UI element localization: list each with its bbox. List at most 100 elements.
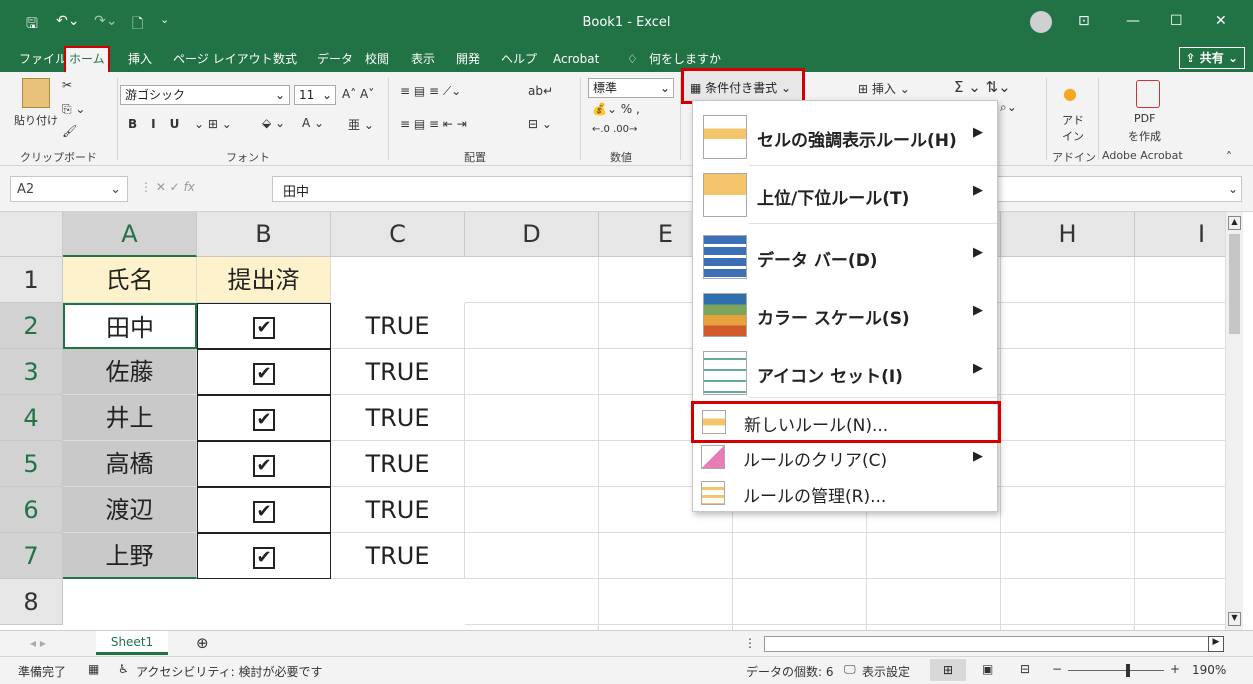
accessibility-icon[interactable]: ♿ [118, 662, 129, 676]
row-header-4[interactable]: 4 [0, 395, 63, 441]
menu-item-data-bars[interactable]: データ バー(D) ▶ [693, 229, 997, 285]
accessibility-status[interactable]: アクセシビリティ: 検討が必要です [136, 663, 323, 680]
font-color-icon[interactable]: A ⌄ [302, 116, 324, 130]
addin-button-line2[interactable]: イン [1062, 128, 1084, 144]
scroll-down-icon[interactable]: ▼ [1228, 612, 1241, 626]
autosum-icon[interactable]: Σ ⌄ ⇅⌄ [954, 78, 1011, 96]
bold-italic-underline-buttons[interactable]: BIU [128, 117, 193, 131]
checkbox[interactable]: ✔ [253, 455, 275, 477]
align-top-icon[interactable]: ≡ ▤ ≡ ⟋⌄ [400, 84, 461, 99]
cell-c3[interactable]: TRUE [331, 349, 465, 395]
sheet-nav-icon[interactable]: ◂ ▸ [30, 636, 46, 650]
tab-data[interactable]: データ [314, 49, 356, 69]
row-header-7[interactable]: 7 [0, 533, 63, 579]
cell-a3[interactable]: 佐藤 [63, 349, 197, 395]
account-avatar[interactable] [1030, 11, 1052, 33]
share-button[interactable]: ⇪ 共有 ⌄ [1178, 47, 1245, 69]
display-settings-icon[interactable]: 🖵 [844, 662, 856, 677]
tab-formulas[interactable]: 数式 [270, 49, 300, 69]
row-header-3[interactable]: 3 [0, 349, 63, 395]
page-break-view-icon[interactable]: ⊟ [1020, 662, 1030, 676]
tab-view[interactable]: 表示 [408, 49, 438, 69]
addin-button-line1[interactable]: アド [1062, 112, 1084, 128]
tab-review[interactable]: 校閲 [362, 49, 392, 69]
checkbox[interactable]: ✔ [253, 547, 275, 569]
cell-b5[interactable]: ✔ [197, 441, 331, 487]
normal-view-icon[interactable]: ⊞ [930, 659, 966, 681]
decimal-icon[interactable]: ←.0 .00→ [592, 124, 637, 135]
sheet-tab-sheet1[interactable]: Sheet1 [96, 631, 168, 655]
maximize-icon[interactable]: ☐ [1170, 13, 1183, 29]
tab-acrobat[interactable]: Acrobat [550, 49, 602, 69]
macro-record-icon[interactable]: ▦ [88, 662, 99, 676]
tab-help[interactable]: ヘルプ [498, 49, 540, 69]
find-icon[interactable]: ⌕⌄ [1000, 100, 1017, 115]
row-header-6[interactable]: 6 [0, 487, 63, 533]
name-box[interactable]: A2 ⌄ [10, 176, 128, 202]
row-header-2[interactable]: 2 [0, 303, 63, 349]
format-painter-icon[interactable]: 🖌 [62, 124, 77, 138]
phonetic-icon[interactable]: 亜 ⌄ [348, 116, 374, 133]
tab-page-layout[interactable]: ページ レイアウト [170, 49, 276, 69]
cell-b7[interactable]: ✔ [197, 533, 331, 579]
horizontal-scrollbar[interactable] [764, 636, 1224, 652]
column-header-h[interactable]: H [1001, 212, 1135, 257]
addin-icon[interactable]: ● [1063, 84, 1077, 103]
column-header-c[interactable]: C [331, 212, 465, 257]
menu-item-manage-rules[interactable]: ルールの管理(R)... [693, 475, 997, 511]
cut-icon[interactable]: ✂ [62, 78, 72, 92]
minimize-icon[interactable]: — [1126, 13, 1140, 29]
create-pdf-line2[interactable]: を作成 [1128, 128, 1161, 144]
currency-percent-icon[interactable]: 💰⌄ % , [592, 102, 640, 116]
close-icon[interactable]: ✕ [1215, 13, 1227, 29]
cell-c6[interactable]: TRUE [331, 487, 465, 533]
cell-c7[interactable]: TRUE [331, 533, 465, 579]
scroll-thumb[interactable] [1229, 234, 1240, 334]
menu-item-top-bottom-rules[interactable]: 上位/下位ルール(T) ▶ [693, 167, 997, 223]
zoom-out-icon[interactable]: − [1052, 662, 1062, 676]
add-sheet-icon[interactable]: ⊕ [196, 634, 209, 652]
vertical-scrollbar[interactable]: ▲ ▼ [1225, 212, 1243, 630]
column-header-d[interactable]: D [465, 212, 599, 257]
cell-a2[interactable]: 田中 [63, 303, 197, 349]
tab-file[interactable]: ファイル [16, 49, 70, 69]
cell-b3[interactable]: ✔ [197, 349, 331, 395]
cell-a4[interactable]: 井上 [63, 395, 197, 441]
insert-cells-button[interactable]: ⊞ 挿入 ⌄ [858, 80, 910, 97]
page-layout-view-icon[interactable]: ▣ [982, 662, 993, 676]
cell-b1[interactable]: 提出済 [197, 257, 331, 303]
column-header-i[interactable]: I [1135, 212, 1225, 257]
row-header-8[interactable]: 8 [0, 579, 63, 625]
cell-c4[interactable]: TRUE [331, 395, 465, 441]
menu-item-new-rule[interactable]: 新しいルール(N)... [691, 401, 1001, 443]
grow-font-icon[interactable]: A˄ A˅ [342, 87, 374, 101]
formula-buttons[interactable]: ⋮ ✕ ✓ fx [140, 180, 195, 194]
row-header-1[interactable]: 1 [0, 257, 63, 303]
spreadsheet-grid[interactable]: A B C D E F G H I 1 2 3 4 5 6 7 8 氏名 提出済… [0, 212, 1225, 630]
cell-a7[interactable]: 上野 [63, 533, 197, 579]
paste-icon[interactable] [22, 78, 50, 108]
tab-insert[interactable]: 挿入 [125, 49, 155, 69]
column-header-a[interactable]: A [63, 212, 197, 257]
cell-a6[interactable]: 渡辺 [63, 487, 197, 533]
cell-b6[interactable]: ✔ [197, 487, 331, 533]
cell-b4[interactable]: ✔ [197, 395, 331, 441]
expand-formula-icon[interactable]: ⌄ [1228, 182, 1238, 196]
menu-item-color-scales[interactable]: カラー スケール(S) ▶ [693, 287, 997, 343]
wrap-text-icon[interactable]: ab↵ [528, 84, 553, 98]
column-header-b[interactable]: B [197, 212, 331, 257]
pdf-icon[interactable] [1136, 80, 1160, 108]
paste-button[interactable]: 貼り付け [14, 112, 58, 128]
zoom-in-icon[interactable]: + [1170, 662, 1180, 676]
row-header-5[interactable]: 5 [0, 441, 63, 487]
tab-home[interactable]: ホーム [64, 46, 110, 72]
border-icon[interactable]: ⌄ ⊞ ⌄ [194, 117, 232, 131]
tell-me-search[interactable]: 何をしますか [646, 49, 724, 69]
create-pdf-line1[interactable]: PDF [1134, 112, 1155, 125]
scroll-right-icon[interactable]: ▶ [1208, 636, 1224, 652]
menu-item-icon-sets[interactable]: アイコン セット(I) ▶ [693, 345, 997, 401]
cell-c5[interactable]: TRUE [331, 441, 465, 487]
zoom-slider-thumb[interactable] [1126, 664, 1130, 677]
menu-item-clear-rules[interactable]: ルールのクリア(C) ▶ [693, 439, 997, 475]
font-size-select[interactable]: 11 ⌄ [294, 85, 336, 105]
